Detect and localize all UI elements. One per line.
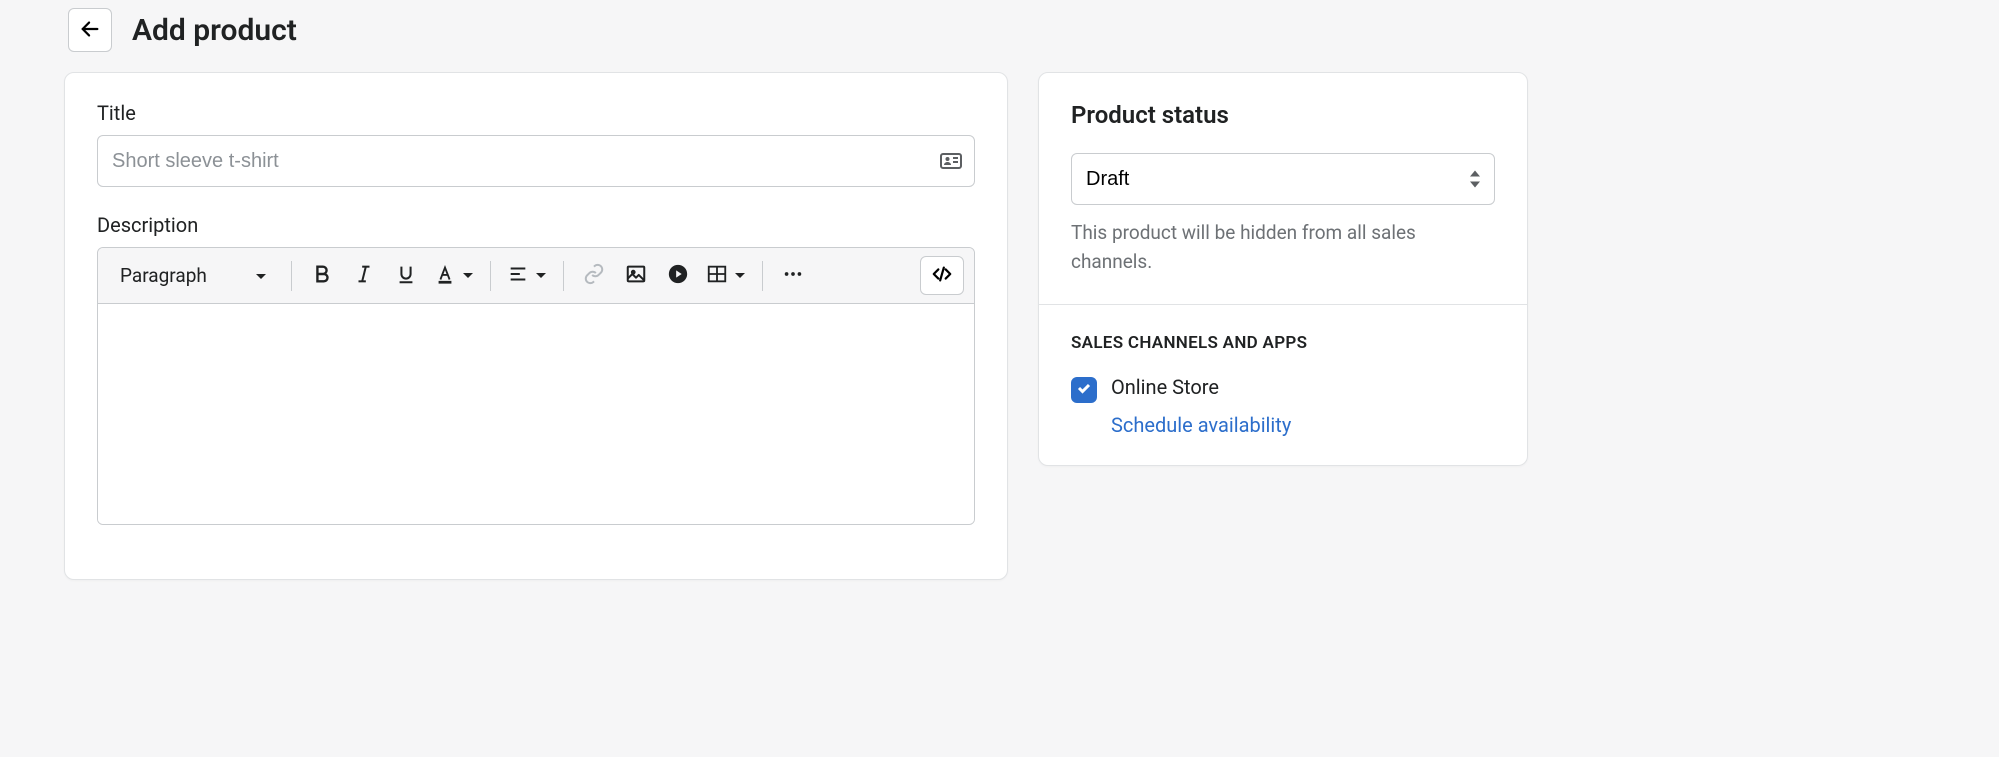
schedule-availability-link[interactable]: Schedule availability [1111,413,1291,437]
product-info-card: Title Description Paragraph [64,72,1008,580]
card-divider [1039,304,1527,305]
channel-row: Online Store Schedule availability [1071,375,1495,437]
title-label: Title [97,101,975,125]
rte-format-label: Paragraph [120,264,207,287]
product-status-card: Product status Draft This product will b… [1038,72,1528,466]
rte-image-button[interactable] [618,258,654,294]
page-header: Add product [32,0,1528,72]
chevron-down-icon [251,264,267,287]
text-color-icon [434,263,456,289]
toolbar-separator [490,261,491,291]
check-icon [1076,380,1092,400]
contact-card-icon [939,149,963,173]
sales-channels-heading: SALES CHANNELS AND APPS [1071,333,1495,353]
rte-text-color-button[interactable] [430,263,478,289]
image-icon [625,263,647,289]
align-left-icon [507,263,529,289]
product-status-select[interactable]: Draft [1071,153,1495,205]
product-status-heading: Product status [1071,101,1495,129]
arrow-left-icon [79,18,101,43]
rte-video-button[interactable] [660,258,696,294]
title-field-group: Title [97,101,975,187]
dots-horizontal-icon [782,263,804,289]
italic-icon [353,263,375,289]
toolbar-separator [291,261,292,291]
rte-table-button[interactable] [702,263,750,289]
link-icon [583,263,605,289]
rte-italic-button[interactable] [346,258,382,294]
channel-label: Online Store [1111,375,1291,399]
rich-text-editor: Paragraph [97,247,975,525]
back-button[interactable] [68,8,112,52]
rte-bold-button[interactable] [304,258,340,294]
chevron-down-icon [730,266,746,285]
page-title: Add product [132,13,297,48]
chevron-down-icon [458,266,474,285]
bold-icon [311,263,333,289]
rte-underline-button[interactable] [388,258,424,294]
status-help-text: This product will be hidden from all sal… [1071,219,1495,276]
title-input[interactable] [97,135,975,187]
rte-align-button[interactable] [503,263,551,289]
rte-link-button[interactable] [576,258,612,294]
description-field-group: Description Paragraph [97,213,975,525]
table-icon [706,263,728,289]
channel-checkbox[interactable] [1071,377,1097,403]
rte-format-select[interactable]: Paragraph [108,258,279,293]
rte-content-area[interactable] [98,304,974,524]
toolbar-separator [762,261,763,291]
rte-toolbar: Paragraph [98,248,974,304]
underline-icon [395,263,417,289]
chevron-down-icon [531,266,547,285]
code-icon [931,263,953,288]
toolbar-separator [563,261,564,291]
video-play-icon [667,263,689,289]
description-label: Description [97,213,975,237]
rte-html-button[interactable] [920,256,964,295]
rte-more-button[interactable] [775,258,811,294]
